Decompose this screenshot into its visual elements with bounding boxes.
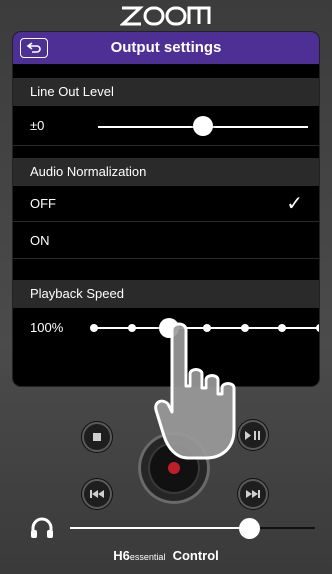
line-out-level-slider-thumb[interactable] <box>193 116 213 136</box>
headphone-icon <box>31 517 53 538</box>
line-out-level-header: Line Out Level <box>13 78 319 106</box>
normalization-option-on[interactable]: ON <box>13 223 319 259</box>
fast-forward-icon <box>246 490 260 498</box>
headphone-volume-fill <box>70 527 249 529</box>
back-arrow-icon <box>26 42 41 53</box>
zoom-logo <box>120 6 211 26</box>
page-title: Output settings <box>110 39 222 56</box>
playback-speed-step-dot[interactable] <box>316 324 319 332</box>
header-bar: Output settings <box>13 32 319 64</box>
footer-product-name: H6essential Control <box>0 548 332 568</box>
checkmark-icon: ✓ <box>286 193 303 215</box>
playback-speed-step-dot[interactable] <box>127 324 136 332</box>
back-button[interactable] <box>20 38 48 58</box>
headphone-volume-thumb[interactable] <box>238 518 260 539</box>
stop-icon <box>93 433 101 441</box>
normalization-option-off[interactable]: OFF ✓ <box>13 186 319 222</box>
line-out-level-value: ±0 <box>30 118 45 133</box>
pointing-hand-icon <box>154 322 236 460</box>
normalization-option-on-label: ON <box>30 233 50 248</box>
playback-speed-value: 100% <box>30 320 64 335</box>
footer-edition: essential <box>129 552 166 562</box>
fast-forward-button[interactable] <box>238 479 268 509</box>
audio-normalization-header: Audio Normalization <box>13 158 319 186</box>
playback-speed-header: Playback Speed <box>13 280 319 308</box>
stop-button[interactable] <box>82 422 112 452</box>
rewind-button[interactable] <box>82 479 112 509</box>
footer-suffix: Control <box>172 548 219 563</box>
playback-speed-step-dot[interactable] <box>90 324 98 332</box>
rewind-icon <box>90 490 104 498</box>
footer-model: H6 <box>113 548 130 563</box>
normalization-option-off-label: OFF <box>30 196 56 211</box>
